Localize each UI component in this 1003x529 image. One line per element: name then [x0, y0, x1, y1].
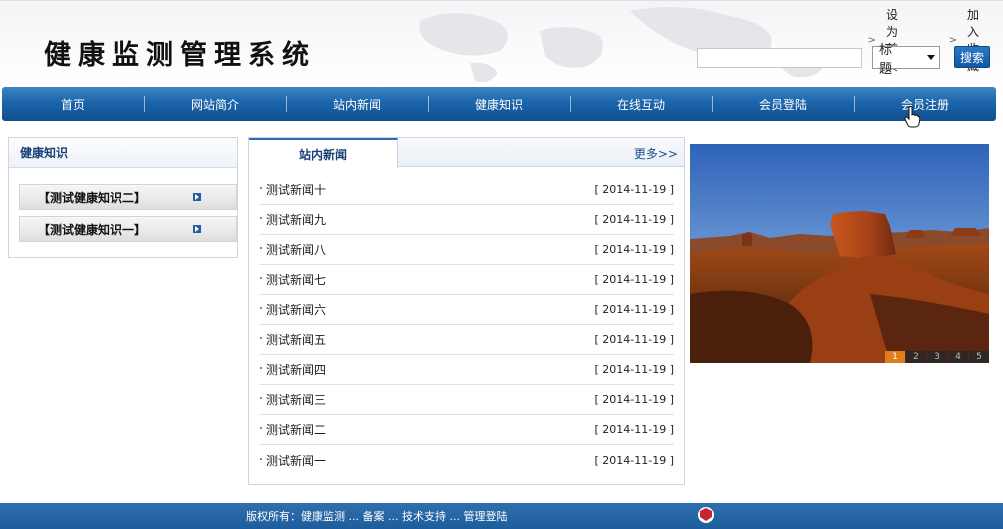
news-date: [ 2014-11-19 ] [594, 183, 674, 196]
knowledge-item-label: 【测试健康知识一】 [38, 222, 147, 237]
nav-item-about[interactable]: 网站简介 [144, 87, 286, 121]
hand-cursor-icon [904, 106, 920, 128]
news-list: 测试新闻十[ 2014-11-19 ] 测试新闻九[ 2014-11-19 ] … [259, 175, 674, 475]
list-item[interactable]: 测试新闻四 [ 2014-11-19 ] [259, 355, 674, 385]
list-item[interactable]: 【测试健康知识一】 [19, 216, 237, 242]
list-item[interactable]: 测试新闻十 [ 2014-11-19 ] [259, 175, 674, 205]
police-badge-icon [698, 507, 714, 523]
arrow-right-icon [193, 225, 201, 233]
news-date: [ 2014-11-19 ] [594, 333, 674, 346]
arrow-icon: > [948, 34, 957, 46]
news-date: [ 2014-11-19 ] [594, 303, 674, 316]
site-title: 健康监测管理系统 [44, 40, 316, 71]
health-knowledge-list: 【测试健康知识二】 【测试健康知识一】 [19, 184, 237, 242]
desert-landscape-image [690, 144, 989, 363]
chevron-down-icon [927, 55, 935, 60]
news-date: [ 2014-11-19 ] [594, 363, 674, 376]
slide-dot[interactable]: 1 [885, 351, 905, 363]
footer: 版权所有：健康监测 ... 备案 ... 技术支持 ... 管理登陆 [0, 503, 1003, 529]
list-item[interactable]: 测试新闻三 [ 2014-11-19 ] [259, 385, 674, 415]
arrow-icon: > [867, 34, 876, 46]
banner-slideshow[interactable]: 1 2 3 4 5 [690, 144, 989, 363]
search-field-select-value: 标 题 [879, 42, 899, 77]
main-nav: 首页 网站简介 站内新闻 健康知识 在线互动 会员登陆 会员注册 [2, 87, 996, 121]
list-item[interactable]: 测试新闻五 [ 2014-11-19 ] [259, 325, 674, 355]
nav-item-home[interactable]: 首页 [2, 87, 144, 121]
news-title[interactable]: 测试新闻六 [259, 301, 326, 318]
nav-item-health-knowledge[interactable]: 健康知识 [428, 87, 570, 121]
news-title[interactable]: 测试新闻二 [259, 421, 326, 438]
list-item[interactable]: 测试新闻八 [ 2014-11-19 ] [259, 235, 674, 265]
news-title[interactable]: 测试新闻九 [259, 211, 326, 228]
slide-dot[interactable]: 5 [969, 351, 989, 363]
news-date: [ 2014-11-19 ] [594, 453, 674, 467]
news-title[interactable]: 测试新闻十 [259, 181, 326, 198]
health-knowledge-panel: 健康知识 【测试健康知识二】 【测试健康知识一】 [8, 137, 238, 258]
list-item[interactable]: 测试新闻九 [ 2014-11-19 ] [259, 205, 674, 235]
nav-item-news[interactable]: 站内新闻 [286, 87, 428, 121]
news-title[interactable]: 测试新闻三 [259, 391, 326, 408]
world-map-decoration [419, 7, 825, 82]
tab-news[interactable]: 站内新闻 [249, 138, 398, 168]
news-title[interactable]: 测试新闻四 [259, 361, 326, 378]
knowledge-item-label: 【测试健康知识二】 [38, 190, 147, 205]
list-item[interactable]: 测试新闻七 [ 2014-11-19 ] [259, 265, 674, 295]
list-item[interactable]: 测试新闻六 [ 2014-11-19 ] [259, 295, 674, 325]
list-item[interactable]: 【测试健康知识二】 [19, 184, 237, 210]
slide-dot[interactable]: 2 [906, 351, 926, 363]
search-button[interactable]: 搜索 [954, 46, 990, 68]
news-title[interactable]: 测试新闻一 [259, 452, 326, 469]
search-field-select[interactable]: 标 题 [872, 43, 940, 77]
slide-pager: 1 2 3 4 5 [884, 351, 989, 363]
nav-item-online-interaction[interactable]: 在线互动 [570, 87, 712, 121]
news-title[interactable]: 测试新闻七 [259, 271, 326, 288]
nav-item-member-login[interactable]: 会员登陆 [712, 87, 854, 121]
news-date: [ 2014-11-19 ] [594, 423, 674, 436]
nav-item-member-register[interactable]: 会员注册 [854, 87, 996, 121]
health-knowledge-title: 健康知识 [9, 138, 237, 168]
news-date: [ 2014-11-19 ] [594, 213, 674, 226]
arrow-right-icon [193, 193, 201, 201]
slide-dot[interactable]: 4 [948, 351, 968, 363]
news-panel: 站内新闻 更多>> 测试新闻十 [ 2014-11-19 ] 测试新闻九 [ 201… [248, 137, 685, 485]
footer-text: 版权所有：健康监测 ... 备案 ... 技术支持 ... 管理登陆 [246, 510, 508, 523]
news-date: [ 2014-11-19 ] [594, 273, 674, 286]
slide-dot[interactable]: 3 [927, 351, 947, 363]
search-input[interactable] [697, 48, 862, 68]
news-tabbar: 站内新闻 更多>> [249, 138, 684, 168]
header: 健康监测管理系统 > 设为首页 > 加入收藏 标 题 搜索 [0, 0, 1003, 86]
list-item[interactable]: 测试新闻二 [ 2014-11-19 ] [259, 415, 674, 445]
more-link[interactable]: 更多>> [634, 145, 678, 162]
list-item[interactable]: 测试新闻一 [ 2014-11-19 ] [259, 445, 674, 475]
news-date: [ 2014-11-19 ] [594, 243, 674, 256]
news-date: [ 2014-11-19 ] [594, 393, 674, 406]
news-title[interactable]: 测试新闻八 [259, 241, 326, 258]
news-title[interactable]: 测试新闻五 [259, 331, 326, 348]
